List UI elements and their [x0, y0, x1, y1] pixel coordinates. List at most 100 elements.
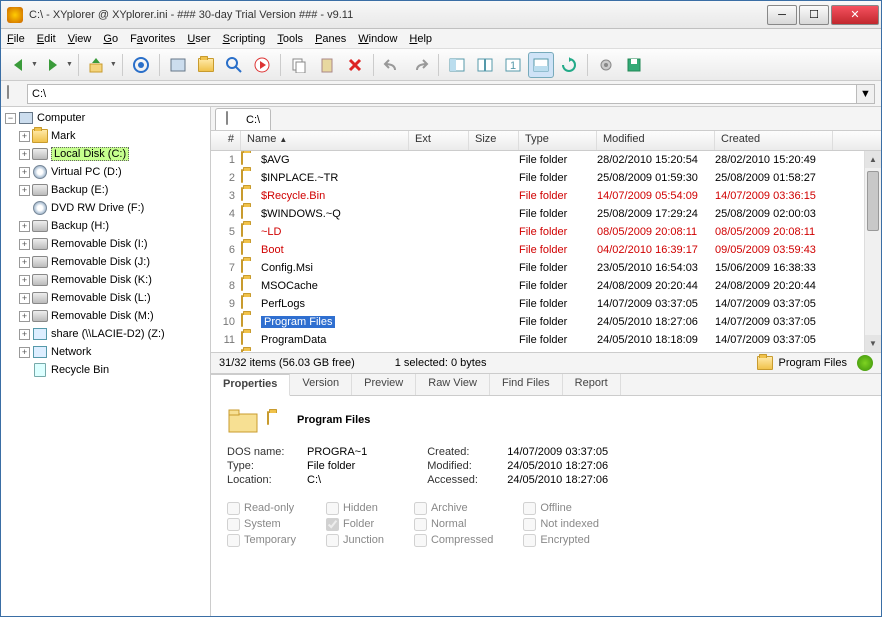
- folder-tab[interactable]: C:\: [215, 108, 271, 130]
- tree-root[interactable]: − Computer: [1, 109, 210, 127]
- address-dropdown[interactable]: ▼: [857, 84, 875, 104]
- maximize-button[interactable]: ☐: [799, 5, 829, 25]
- file-row[interactable]: 7Config.MsiFile folder23/05/2010 16:54:0…: [211, 259, 881, 277]
- tree-item[interactable]: +Backup (H:): [1, 217, 210, 235]
- menu-edit[interactable]: Edit: [37, 33, 56, 45]
- scroll-up[interactable]: ▲: [865, 151, 881, 168]
- menu-user[interactable]: User: [187, 33, 210, 45]
- pane2-button[interactable]: [472, 52, 498, 78]
- tree-item[interactable]: +Backup (E:): [1, 181, 210, 199]
- paste-button[interactable]: [314, 52, 340, 78]
- tree-item[interactable]: DVD RW Drive (F:): [1, 199, 210, 217]
- tab-preview[interactable]: Preview: [352, 374, 416, 395]
- address-icon: [7, 86, 23, 102]
- menu-go[interactable]: Go: [103, 33, 118, 45]
- pane-num-button[interactable]: 1: [500, 52, 526, 78]
- tree-item[interactable]: +Network: [1, 343, 210, 361]
- undo-button[interactable]: [379, 52, 405, 78]
- pane1-button[interactable]: [444, 52, 470, 78]
- tab-properties[interactable]: Properties: [211, 374, 290, 396]
- info-panel: Program Files DOS name:PROGRA~1 Type:Fil…: [211, 396, 881, 617]
- attr-junction[interactable]: Junction: [326, 534, 384, 547]
- target-button[interactable]: [128, 52, 154, 78]
- col-name[interactable]: Name ▲: [241, 131, 409, 150]
- tree-item[interactable]: +share (\\LACIE-D2) (Z:): [1, 325, 210, 343]
- file-row[interactable]: 4$WINDOWS.~QFile folder25/08/2009 17:29:…: [211, 205, 881, 223]
- col-type[interactable]: Type: [519, 131, 597, 150]
- file-header: # Name ▲ Ext Size Type Modified Created: [211, 131, 881, 151]
- file-row[interactable]: 5~LDFile folder08/05/2009 20:08:1108/05/…: [211, 223, 881, 241]
- menu-panes[interactable]: Panes: [315, 33, 346, 45]
- menu-scripting[interactable]: Scripting: [223, 33, 266, 45]
- window-title: C:\ - XYplorer @ XYplorer.ini - ### 30-d…: [29, 9, 765, 21]
- menu-help[interactable]: Help: [409, 33, 432, 45]
- file-row[interactable]: 11ProgramDataFile folder24/05/2010 18:18…: [211, 331, 881, 349]
- pane-active-button[interactable]: [528, 52, 554, 78]
- col-ext[interactable]: Ext: [409, 131, 469, 150]
- file-row[interactable]: 10Program FilesFile folder24/05/2010 18:…: [211, 313, 881, 331]
- new-folder-button[interactable]: [193, 52, 219, 78]
- attr-archive[interactable]: Archive: [414, 502, 493, 515]
- search-button[interactable]: [221, 52, 247, 78]
- refresh-button[interactable]: [556, 52, 582, 78]
- col-created[interactable]: Created: [715, 131, 833, 150]
- file-list[interactable]: 1$AVGFile folder28/02/2010 15:20:5428/02…: [211, 151, 881, 352]
- attr-encrypted[interactable]: Encrypted: [523, 534, 599, 547]
- close-button[interactable]: ✕: [831, 5, 879, 25]
- folder-tree[interactable]: − Computer +Mark+Local Disk (C:)+Virtual…: [1, 107, 211, 616]
- back-button[interactable]: [5, 52, 31, 78]
- attr-normal[interactable]: Normal: [414, 518, 493, 531]
- address-input[interactable]: [27, 84, 857, 104]
- tree-item[interactable]: +Virtual PC (D:): [1, 163, 210, 181]
- menu-file[interactable]: File: [7, 33, 25, 45]
- file-row[interactable]: 1$AVGFile folder28/02/2010 15:20:5428/02…: [211, 151, 881, 169]
- redo-button[interactable]: [407, 52, 433, 78]
- col-size[interactable]: Size: [469, 131, 519, 150]
- attr-temporary[interactable]: Temporary: [227, 534, 296, 547]
- tree-item[interactable]: +Local Disk (C:): [1, 145, 210, 163]
- tab-report[interactable]: Report: [563, 374, 621, 395]
- col-index[interactable]: #: [211, 131, 241, 150]
- menu-view[interactable]: View: [68, 33, 92, 45]
- preview-button[interactable]: [249, 52, 275, 78]
- tree-item[interactable]: Recycle Bin: [1, 361, 210, 379]
- tree-item[interactable]: +Removable Disk (M:): [1, 307, 210, 325]
- attr-folder[interactable]: Folder: [326, 518, 384, 531]
- tab-version[interactable]: Version: [290, 374, 352, 395]
- file-row[interactable]: 2$INPLACE.~TRFile folder25/08/2009 01:59…: [211, 169, 881, 187]
- scroll-down[interactable]: ▼: [865, 335, 881, 352]
- forward-button[interactable]: [40, 52, 66, 78]
- attr-offline[interactable]: Offline: [523, 502, 599, 515]
- menu-tools[interactable]: Tools: [277, 33, 303, 45]
- copy-button[interactable]: [286, 52, 312, 78]
- file-row[interactable]: 12RecoveryFile folder24/08/2009 17:37:13…: [211, 349, 881, 352]
- attr-notindexed[interactable]: Not indexed: [523, 518, 599, 531]
- file-row[interactable]: 9PerfLogsFile folder14/07/2009 03:37:051…: [211, 295, 881, 313]
- menu-favorites[interactable]: Favorites: [130, 33, 175, 45]
- window-button[interactable]: [165, 52, 191, 78]
- file-row[interactable]: 6BootFile folder04/02/2010 16:39:1709/05…: [211, 241, 881, 259]
- tab-rawview[interactable]: Raw View: [416, 374, 490, 395]
- delete-button[interactable]: [342, 52, 368, 78]
- settings-button[interactable]: [593, 52, 619, 78]
- scroll-thumb[interactable]: [867, 171, 879, 231]
- col-modified[interactable]: Modified: [597, 131, 715, 150]
- menu-window[interactable]: Window: [358, 33, 397, 45]
- minimize-button[interactable]: ─: [767, 5, 797, 25]
- file-row[interactable]: 3$Recycle.BinFile folder14/07/2009 05:54…: [211, 187, 881, 205]
- tab-findfiles[interactable]: Find Files: [490, 374, 563, 395]
- tree-item[interactable]: +Removable Disk (I:): [1, 235, 210, 253]
- attr-readonly[interactable]: Read-only: [227, 502, 296, 515]
- scrollbar[interactable]: ▲ ▼: [864, 151, 881, 352]
- tree-item[interactable]: +Removable Disk (K:): [1, 271, 210, 289]
- attr-system[interactable]: System: [227, 518, 296, 531]
- attr-hidden[interactable]: Hidden: [326, 502, 384, 515]
- small-folder-icon: [267, 412, 285, 428]
- tree-item[interactable]: +Removable Disk (J:): [1, 253, 210, 271]
- tree-item[interactable]: +Removable Disk (L:): [1, 289, 210, 307]
- tree-item[interactable]: +Mark: [1, 127, 210, 145]
- file-row[interactable]: 8MSOCacheFile folder24/08/2009 20:20:442…: [211, 277, 881, 295]
- save-button[interactable]: [621, 52, 647, 78]
- attr-compressed[interactable]: Compressed: [414, 534, 493, 547]
- up-button[interactable]: [84, 52, 110, 78]
